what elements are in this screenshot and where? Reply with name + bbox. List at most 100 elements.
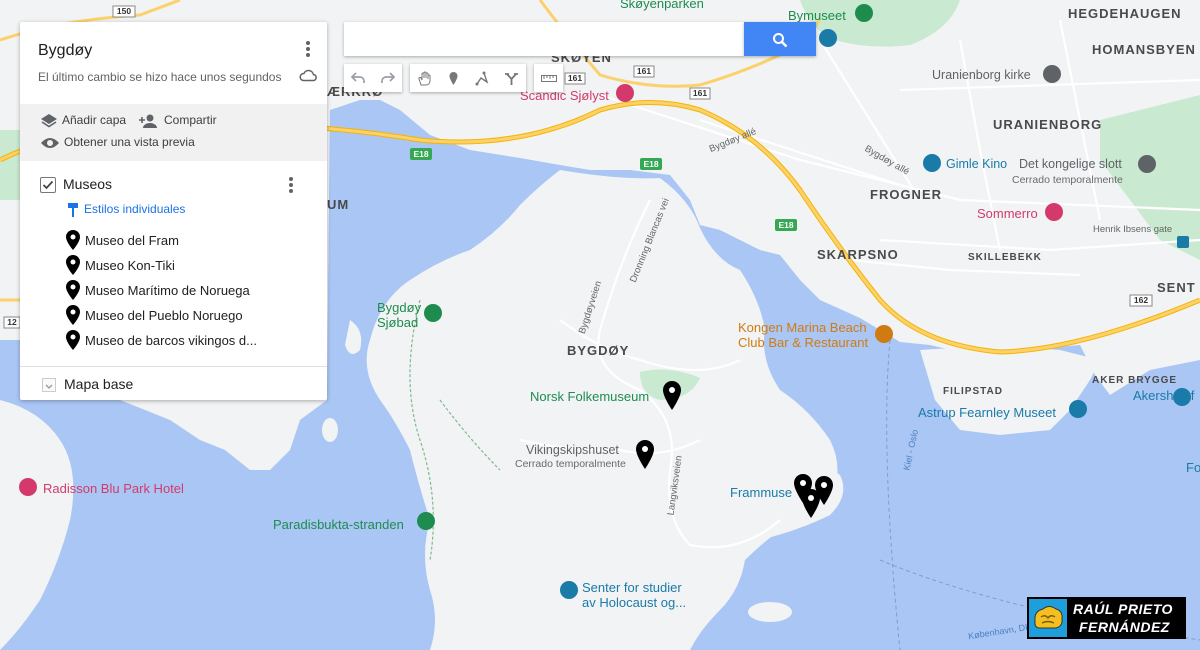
paint-roller-icon — [68, 203, 78, 217]
hand-tool-button[interactable] — [410, 64, 439, 92]
label-uranienborg-kirke: Uranienborg kirke — [932, 68, 1031, 82]
logo-line-2: FERNÁNDEZ — [1079, 619, 1170, 635]
label-um: UM — [327, 197, 350, 212]
label-kongen-1: Kongen Marina Beach — [738, 320, 867, 335]
cloud-saved-icon — [299, 68, 317, 87]
preview-button[interactable]: Obtener una vista previa — [40, 135, 195, 150]
route-icon — [505, 73, 518, 85]
last-change-status: El último cambio se hizo hace unos segun… — [38, 70, 282, 84]
marker-icon — [449, 72, 458, 85]
ruler-icon — [541, 75, 557, 82]
map-pin-icon — [66, 305, 80, 325]
map-pin-icon — [66, 255, 80, 275]
shield-161: 161 — [637, 66, 651, 76]
layers-icon — [41, 114, 57, 128]
label-holocaust-2: av Holocaust og... — [582, 595, 687, 610]
label-frammuseet: Frammuse — [730, 485, 793, 500]
shield-162: 162 — [1134, 295, 1148, 305]
shield-e18: E18 — [778, 220, 793, 230]
label-hegdehaugen: HEGDEHAUGEN — [1068, 6, 1182, 21]
redo-button[interactable] — [373, 64, 402, 92]
label-radisson: Radisson Blu Park Hotel — [43, 481, 184, 496]
panel-actions: Añadir capa Compartir Obtener una vista … — [20, 104, 327, 161]
label-bygdoy-sjobad-1: Bygdøy — [377, 300, 422, 315]
share-button[interactable]: Compartir — [138, 113, 217, 129]
add-layer-button[interactable]: Añadir capa — [40, 113, 126, 129]
expand-arrow-icon — [42, 378, 56, 392]
search-icon — [773, 33, 788, 48]
redo-icon — [381, 72, 395, 83]
label-skoyenparken: Skøyenparken — [620, 0, 704, 11]
label-folkemuseum: Norsk Folkemuseum — [530, 389, 650, 404]
search-input[interactable] — [344, 22, 744, 56]
search-button[interactable] — [744, 22, 816, 56]
base-map-label: Mapa base — [64, 376, 134, 392]
label-homansbyen: HOMANSBYEN — [1092, 42, 1196, 57]
label-slott: Det kongelige slott — [1019, 157, 1122, 171]
label-frogner: FROGNER — [870, 187, 942, 202]
layer-visibility-checkbox[interactable] — [40, 177, 56, 193]
add-marker-button[interactable] — [439, 64, 468, 92]
label-gimle: Gimle Kino — [946, 157, 1008, 171]
shield-12: 12 — [7, 317, 17, 327]
preview-label: Obtener una vista previa — [64, 135, 195, 149]
label-akershus: Akershus f — [1133, 388, 1195, 403]
label-skillebekk: SKILLEBEKK — [968, 252, 1042, 263]
place-label: Museo Kon-Tiki — [85, 258, 175, 273]
label-skarpsno: SKARPSNO — [817, 247, 899, 262]
more-vert-icon — [289, 177, 293, 193]
individual-styles-label: Estilos individuales — [84, 202, 186, 217]
logo-line-1: RAÚL PRIETO — [1073, 601, 1173, 617]
measure-button[interactable] — [534, 64, 563, 92]
label-bymuseet: Bymuseet — [788, 8, 846, 23]
undo-icon — [351, 72, 365, 83]
eye-icon — [41, 137, 59, 148]
label-bygdoy-sjobad-2: Sjøbad — [377, 315, 419, 330]
label-bygdoy: BYGDØY — [567, 343, 630, 358]
draw-line-button[interactable] — [468, 64, 497, 92]
map-pin-icon — [66, 230, 80, 250]
label-aker-brygge: AKER BRYGGE — [1092, 375, 1178, 386]
label-vikingskip-status: Cerrado temporalmente — [515, 458, 626, 470]
map-legend-panel: Bygdøy El último cambio se hizo hace uno… — [20, 22, 327, 400]
label-holocaust-1: Senter for studier — [582, 580, 682, 595]
share-label: Compartir — [164, 113, 217, 128]
measure-group — [534, 64, 563, 92]
label-kongen-2: Club Bar & Restaurant — [738, 335, 869, 350]
label-paradisbukta: Paradisbukta-stranden — [273, 517, 404, 532]
add-layer-label: Añadir capa — [62, 113, 127, 128]
hand-icon — [418, 71, 431, 86]
brain-logo-icon — [1029, 599, 1067, 637]
place-label: Museo de barcos vikingos d... — [85, 333, 257, 348]
label-street-henrik: Henrik Ibsens gate — [1093, 224, 1173, 235]
check-icon — [42, 180, 54, 190]
map-pin-icon — [66, 330, 80, 350]
place-label: Museo Marítimo de Noruega — [85, 283, 250, 298]
history-group — [344, 64, 402, 92]
label-sommerro: Sommerro — [977, 206, 1038, 221]
shield-e18: E18 — [643, 159, 658, 169]
map-title[interactable]: Bygdøy — [38, 42, 92, 60]
label-slott-status: Cerrado temporalmente — [1012, 174, 1123, 186]
more-vert-icon — [306, 41, 310, 57]
tools-group — [410, 64, 526, 92]
author-logo: RAÚL PRIETO FERNÁNDEZ — [1027, 597, 1186, 639]
place-label: Museo del Pueblo Noruego — [85, 308, 243, 323]
label-uranienborg: URANIENBORG — [993, 117, 1103, 132]
layer-options-button[interactable] — [282, 174, 300, 201]
layer-museos: Museos — [40, 174, 310, 196]
shield-e18: E18 — [413, 149, 428, 159]
person-add-icon — [139, 114, 157, 128]
layer-name[interactable]: Museos — [63, 176, 112, 192]
base-map-layer[interactable]: Mapa base — [20, 366, 327, 401]
map-options-button[interactable] — [299, 38, 317, 60]
label-fo: Fo — [1186, 460, 1200, 475]
map-pin-icon — [66, 280, 80, 300]
undo-button[interactable] — [344, 64, 373, 92]
individual-styles-link[interactable]: Estilos individuales — [67, 202, 185, 218]
add-route-button[interactable] — [497, 64, 526, 92]
line-icon — [475, 71, 489, 86]
label-filipstad: FILIPSTAD — [943, 386, 1003, 397]
label-astrup: Astrup Fearnley Museet — [918, 405, 1057, 420]
shield-150: 150 — [117, 6, 131, 16]
